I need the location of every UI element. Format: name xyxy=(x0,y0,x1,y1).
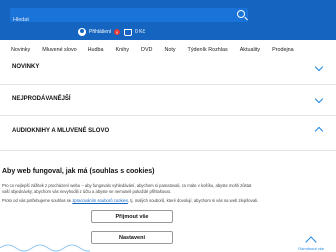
section-nejprodavanejsi[interactable]: NEJPRODÁVANĚJŠÍ xyxy=(0,91,324,107)
nav-item-aktuality[interactable]: Aktuality xyxy=(240,47,260,53)
consent-text-line: vaší objednávky, abychom vás nevyhodili … xyxy=(2,189,171,194)
divider xyxy=(0,150,336,151)
login-link[interactable]: Přihlášení xyxy=(78,26,111,38)
reject-all-link[interactable]: Odmítnout vše xyxy=(288,235,334,251)
nav-item-dvd[interactable]: DVD xyxy=(141,47,152,53)
cart-icon xyxy=(124,28,132,36)
consent-text-line: Pro co nejlepší zážitek z procházení web… xyxy=(2,183,252,188)
user-icon xyxy=(78,28,86,36)
consent-text-line: Proto od vás potřebujeme souhlas se zpra… xyxy=(2,198,332,204)
decorative-wave xyxy=(0,244,90,252)
section-title: NEJPRODÁVANĚJŠÍ xyxy=(12,96,71,102)
search-icon[interactable] xyxy=(237,10,245,18)
consent-text-prefix: Proto od vás potřebujeme souhlas se xyxy=(2,198,73,203)
nav-item-novinky[interactable]: Novinky xyxy=(11,47,30,53)
login-label: Přihlášení xyxy=(89,29,112,35)
nav-item-hudba[interactable]: Hudba xyxy=(88,47,104,53)
cookies-policy-link[interactable]: zpracováním souborů cookies xyxy=(72,198,128,203)
chevron-up-icon[interactable] xyxy=(314,126,324,136)
consent-text-suffix: , tj. malých souborů, které dovolují, ab… xyxy=(127,198,259,203)
main-nav: Novinky Mluvené slovo Hudba Knihy DVD No… xyxy=(0,40,336,60)
section-novinky[interactable]: NOVINKY xyxy=(0,59,324,75)
section-title: NOVINKY xyxy=(12,64,40,70)
search-box[interactable] xyxy=(10,8,248,27)
nav-item-tydenik-rozhlas[interactable]: Týdeník Rozhlas xyxy=(188,47,228,53)
section-audioknihy[interactable]: AUDIOKNIHY A MLUVENÉ SLOVO xyxy=(0,123,324,139)
chevron-down-icon[interactable] xyxy=(314,62,324,72)
section-title: AUDIOKNIHY A MLUVENÉ SLOVO xyxy=(12,128,110,134)
cart-total: 0 Kč xyxy=(135,29,146,35)
settings-button[interactable]: Nastavení xyxy=(91,231,173,244)
divider xyxy=(0,84,336,85)
consent-title: Aby web fungoval, jak má (souhlas s cook… xyxy=(2,168,155,175)
cart-count-badge: 0 xyxy=(114,29,120,35)
nav-item-knihy[interactable]: Knihy xyxy=(116,47,130,53)
search-input[interactable] xyxy=(10,13,248,27)
chevron-down-icon[interactable] xyxy=(314,94,324,104)
top-bar: Přihlášení 0 0 Kč xyxy=(0,0,336,40)
nav-item-prodejna[interactable]: Prodejna xyxy=(272,47,294,53)
nav-item-noty[interactable]: Noty xyxy=(164,47,175,53)
cart-link[interactable]: 0 0 Kč xyxy=(114,26,145,38)
nav-item-mluvene-slovo[interactable]: Mluvené slovo xyxy=(42,47,76,53)
divider xyxy=(0,115,336,116)
accept-all-button[interactable]: Přijmout vše xyxy=(91,210,173,223)
